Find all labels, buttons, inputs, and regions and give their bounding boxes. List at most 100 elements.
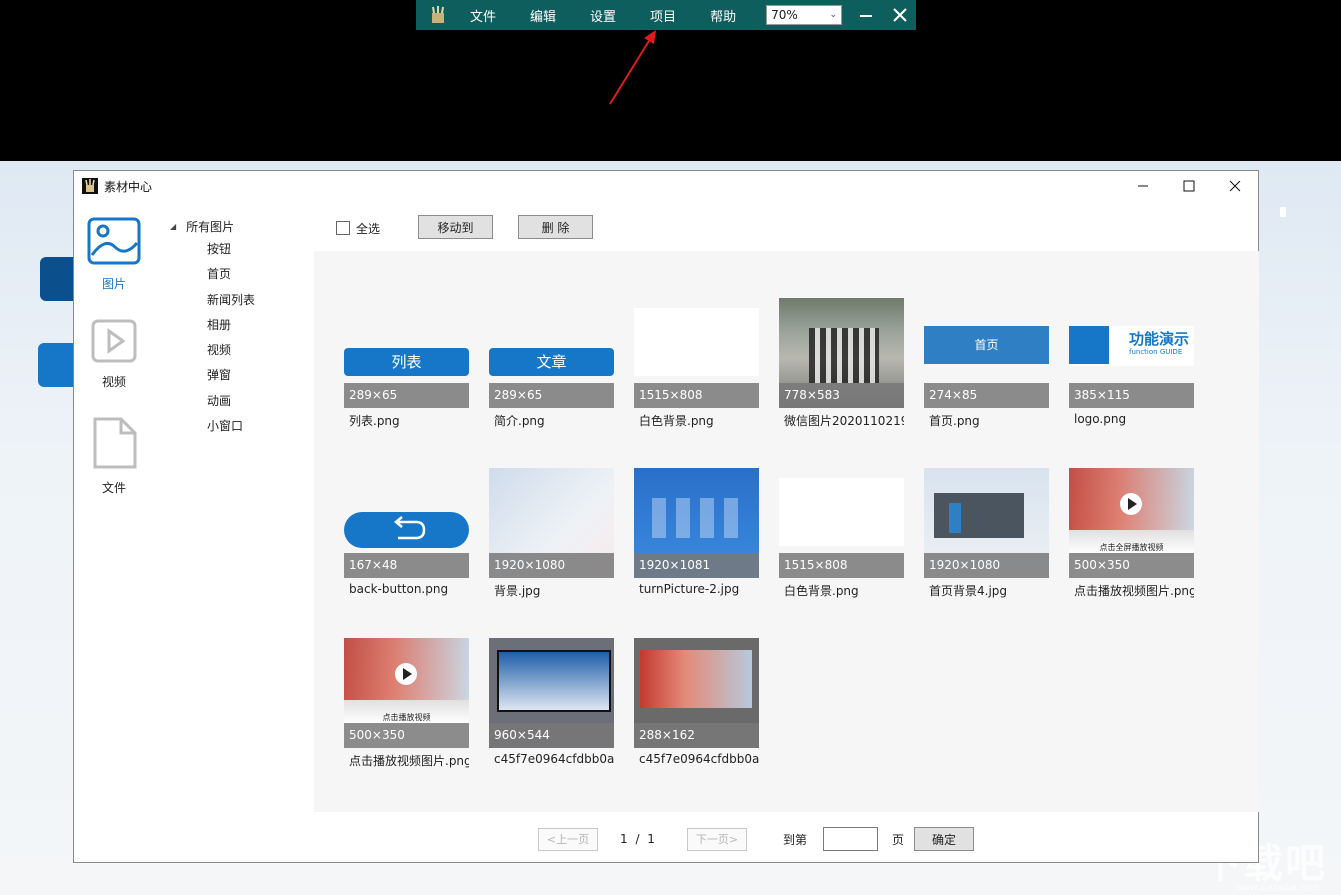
chevron-down-icon: ⌄ [829,10,838,20]
image-filename: c45f7e0964cfdbb0af [494,752,614,766]
thumb-button-preview: 列表 [344,348,469,376]
image-thumbnail[interactable]: 1515×808 [779,468,904,578]
image-tile[interactable]: 1515×808 白色背景.png [779,468,905,599]
image-thumbnail[interactable]: 列表 289×65 [344,298,469,408]
image-thumbnail[interactable]: 1920×1080 [489,468,614,578]
window-close-button[interactable] [1212,171,1258,201]
tree-item[interactable]: 动画 [170,389,310,414]
back-arrow-icon [394,516,426,540]
prev-page-button[interactable]: <上一页 [538,827,598,851]
image-dimensions: 1515×808 [779,553,904,578]
image-filename: logo.png [1074,412,1127,426]
image-dimensions: 167×48 [344,553,469,578]
tree-item[interactable]: 视频 [170,338,310,363]
confirm-button[interactable]: 确定 [913,827,974,851]
page-number-input[interactable] [822,827,878,851]
image-tile[interactable]: 1515×808 白色背景.png [634,298,760,429]
next-page-button[interactable]: 下一页> [686,827,747,851]
image-dimensions: 289×65 [489,383,614,408]
action-bar: 全选 移动到 删 除 [336,215,594,239]
tree-item[interactable]: 新闻列表 [170,288,310,313]
close-button[interactable] [890,5,910,25]
tree-root-label: 所有图片 [186,219,235,234]
tree-item[interactable]: 按钮 [170,237,310,262]
image-dimensions: 274×85 [924,383,1049,408]
image-tile[interactable]: 288×162 c45f7e0964cfdbb0af [634,638,760,766]
select-all-checkbox[interactable]: 全选 [336,220,380,237]
menu-edit[interactable]: 编辑 [530,6,556,25]
image-filename: c45f7e0964cfdbb0af [639,752,759,766]
goto-label: 到第 [782,832,807,847]
nav-files[interactable]: 文件 [86,417,142,496]
menu-settings[interactable]: 设置 [590,6,616,25]
background-marker [1280,207,1286,217]
menu-project[interactable]: 项目 [650,6,676,25]
thumb-white-preview [634,308,759,376]
menu-file[interactable]: 文件 [470,6,496,25]
checkbox-icon[interactable] [336,221,350,235]
close-icon [1229,180,1241,192]
window-minimize-button[interactable] [1120,171,1166,201]
pagination: <上一页 1 / 1 下一页> 到第 页 确定 [538,827,974,851]
image-tile[interactable]: 点击播放视频 500×350 点击播放视频图片.png [344,638,470,769]
window-title: 素材中心 [104,179,153,194]
nav-images[interactable]: 图片 [86,217,142,292]
minimize-icon [860,15,873,17]
material-center-window: 素材中心 图片 视频 文件 ◢ 所有图片 按钮 首页 新闻列表 相册 视频 弹窗… [73,170,1259,863]
app-logo-icon [82,178,98,194]
image-thumbnail[interactable]: 首页 274×85 [924,298,1049,408]
image-thumbnail[interactable]: 960×544 [489,638,614,748]
image-dimensions: 385×115 [1069,383,1194,408]
tree-item[interactable]: 相册 [170,313,310,338]
image-tile[interactable]: 首页 274×85 首页.png [924,298,1050,429]
image-thumbnail[interactable]: 167×48 [344,468,469,578]
image-filename: 点击播放视频图片.png [349,754,469,768]
delete-button[interactable]: 删 除 [518,215,594,239]
image-tile[interactable]: 778×583 微信图片2020110219 [779,298,905,429]
tree-item[interactable]: 小窗口 [170,414,310,439]
image-tile[interactable]: 1920×1080 首页背景4.jpg [924,468,1050,599]
image-tile[interactable]: 文章 289×65 简介.png [489,298,615,429]
tree-item[interactable]: 首页 [170,262,310,287]
image-dimensions: 1920×1080 [924,553,1049,578]
image-tile[interactable]: 1920×1080 背景.jpg [489,468,615,599]
image-filename: 白色背景.png [784,584,859,598]
play-icon [395,663,417,685]
image-thumbnail[interactable]: 1515×808 [634,298,759,408]
menu-help[interactable]: 帮助 [710,6,736,25]
thumb-poster-caption: 点击全屏播放视频 [1099,543,1164,552]
select-all-label: 全选 [356,221,381,236]
image-thumbnail[interactable]: 点击播放视频 500×350 [344,638,469,748]
minimize-button[interactable] [856,5,876,25]
image-tile[interactable]: 167×48 back-button.png [344,468,470,596]
image-thumbnail[interactable]: 文章 289×65 [489,298,614,408]
image-thumbnail[interactable]: 1920×1081 [634,468,759,578]
image-dimensions: 778×583 [779,383,904,408]
move-to-button[interactable]: 移动到 [418,215,494,239]
image-dimensions: 500×350 [344,723,469,748]
image-filename: 背景.jpg [494,584,541,598]
window-maximize-button[interactable] [1166,171,1212,201]
tree-root[interactable]: ◢ 所有图片 [170,215,310,237]
image-tile[interactable]: 列表 289×65 列表.png [344,298,470,429]
image-dimensions: 289×65 [344,383,469,408]
image-tile[interactable]: 点击全屏播放视频 500×350 点击播放视频图片.png [1069,468,1195,599]
image-tile[interactable]: 960×544 c45f7e0964cfdbb0af [489,638,615,766]
thumb-logo-subtitle: function GUIDE [1129,348,1183,356]
expand-triangle-icon[interactable]: ◢ [170,222,176,231]
image-thumbnail[interactable]: 点击全屏播放视频 500×350 [1069,468,1194,578]
image-filename: 首页.png [929,414,980,428]
nav-videos[interactable]: 视频 [86,319,142,390]
image-filename: back-button.png [349,582,449,596]
image-thumbnail[interactable]: 1920×1080 [924,468,1049,578]
image-thumbnail[interactable]: 778×583 [779,298,904,408]
zoom-select[interactable]: 70% ⌄ [766,5,843,25]
image-tile[interactable]: 功能演示 function GUIDE 385×115 logo.png [1069,298,1195,426]
image-icon [87,217,141,265]
annotation-arrow-icon [609,30,656,105]
image-thumbnail[interactable]: 功能演示 function GUIDE 385×115 [1069,298,1194,408]
image-tile[interactable]: 1920×1081 turnPicture-2.jpg [634,468,760,596]
category-tree: ◢ 所有图片 按钮 首页 新闻列表 相册 视频 弹窗 动画 小窗口 [170,215,310,439]
tree-item[interactable]: 弹窗 [170,363,310,388]
image-thumbnail[interactable]: 288×162 [634,638,759,748]
